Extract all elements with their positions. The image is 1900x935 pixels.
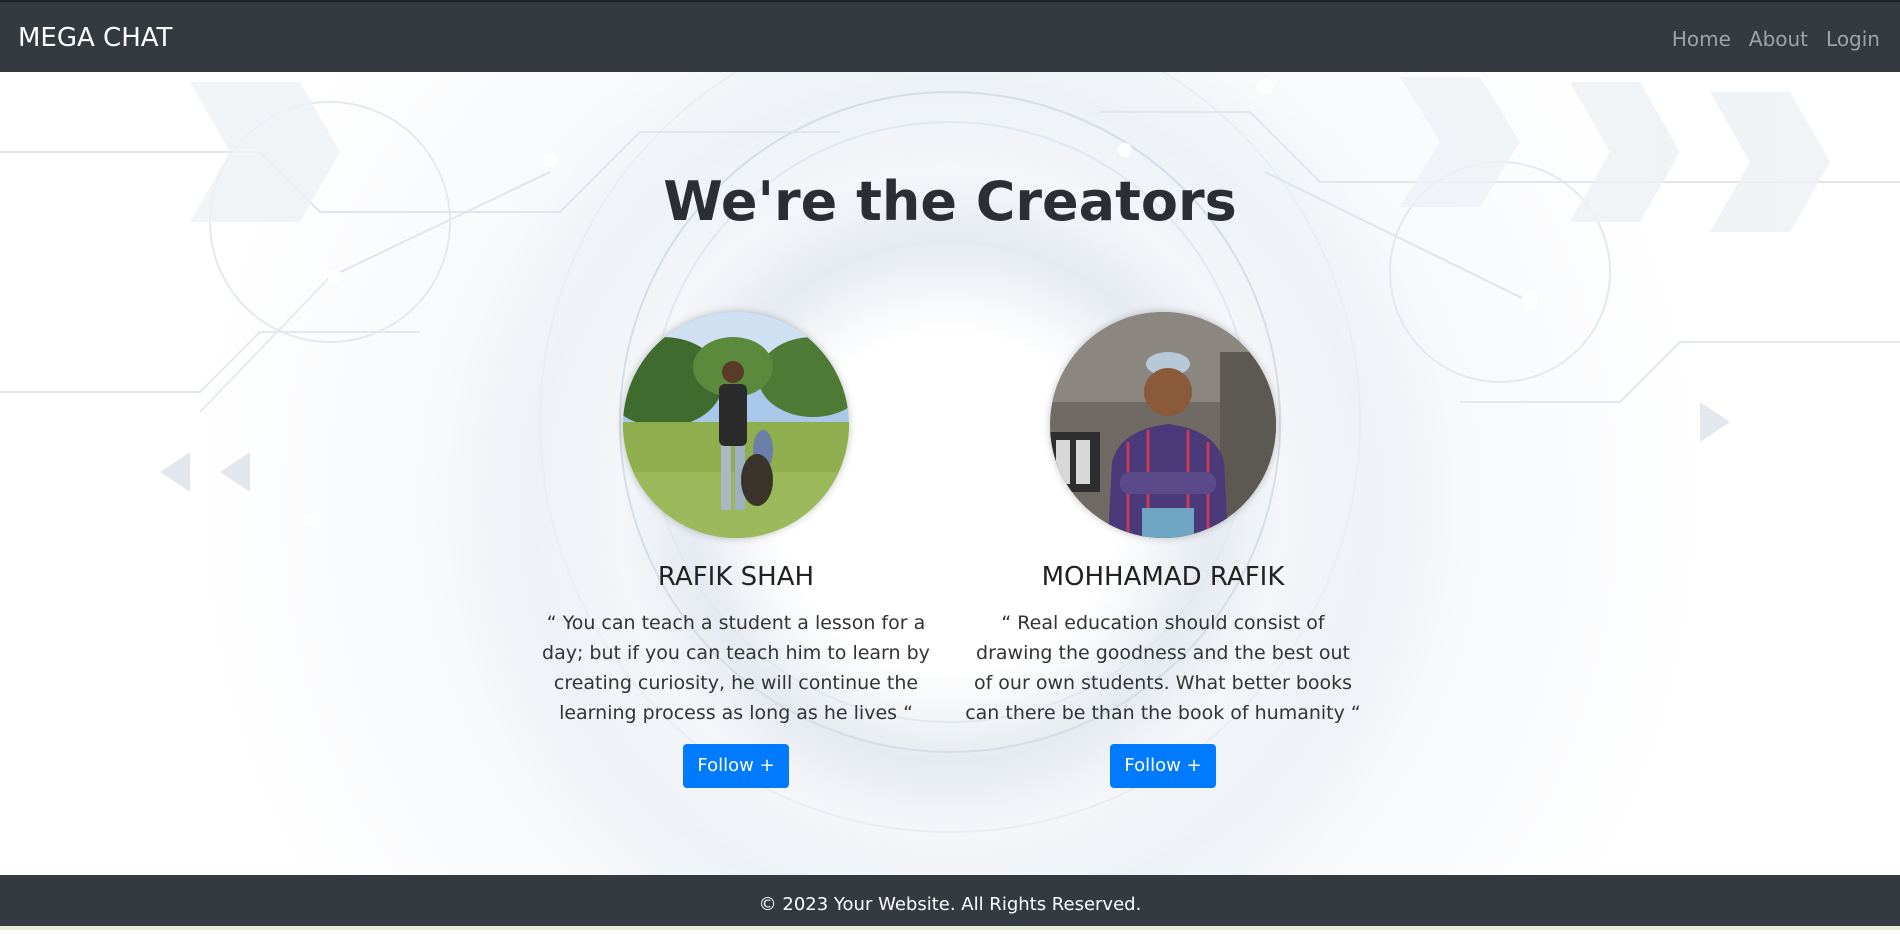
page-headline: We're the Creators (663, 170, 1237, 233)
follow-button[interactable]: Follow + (683, 744, 789, 788)
bottom-edge-strip (0, 926, 1900, 930)
brand-logo-text[interactable]: MEGA CHAT (18, 22, 172, 54)
hero-section: We're the Creators RAFIK SHAH “ You can … (0, 72, 1900, 875)
creator-quote: “ You can teach a student a lesson for a… (542, 612, 930, 724)
nav-link-login[interactable]: Login (1826, 26, 1880, 52)
page-footer: © 2023 Your Website. All Rights Reserved… (0, 875, 1900, 926)
follow-button[interactable]: Follow + (1110, 744, 1216, 788)
nav-links: Home About Login (1672, 26, 1880, 52)
creator-photo-avatar (623, 312, 849, 538)
creator-name: MOHHAMAD RAFIK (1041, 562, 1285, 592)
nav-link-home[interactable]: Home (1672, 26, 1731, 52)
nav-link-about[interactable]: About (1749, 26, 1808, 52)
creator-photo-avatar (1050, 312, 1276, 538)
creator-quote: “ Real education should consist of drawi… (965, 612, 1361, 724)
top-navbar: MEGA CHAT Home About Login (0, 0, 1900, 72)
creator-card: RAFIK SHAH “ You can teach a student a l… (536, 312, 936, 788)
creator-name: RAFIK SHAH (657, 562, 815, 592)
creator-card: MOHHAMAD RAFIK “ Real education should c… (963, 312, 1363, 788)
